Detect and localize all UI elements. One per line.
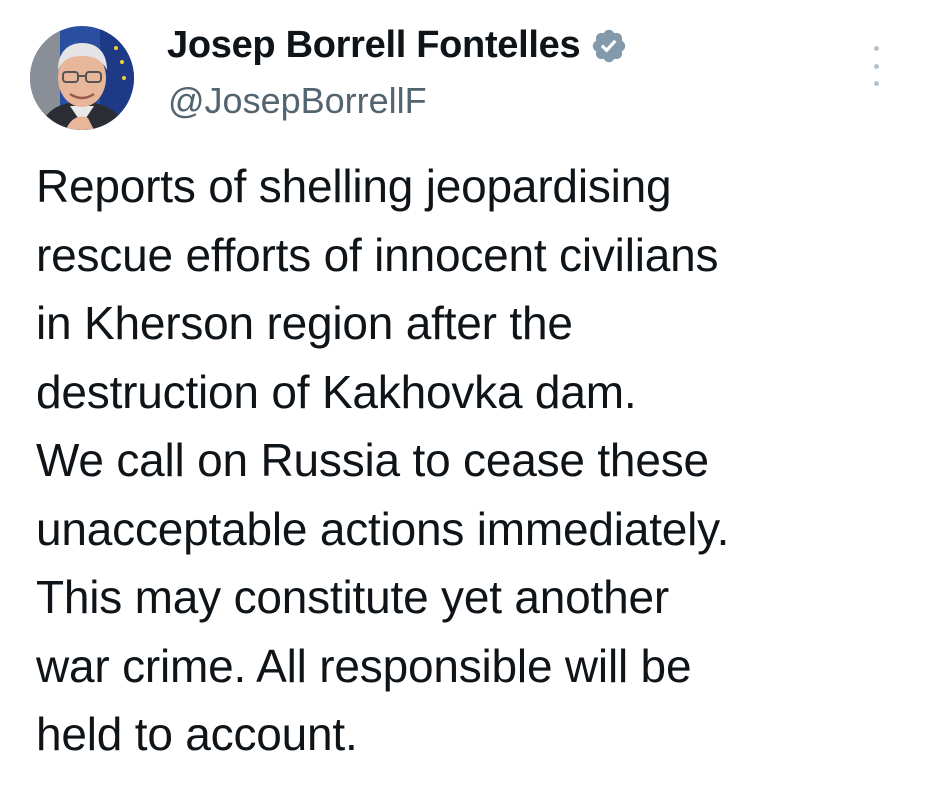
tweet-text-line: We call on Russia to cease these [36, 434, 709, 486]
avatar[interactable] [30, 26, 134, 130]
tweet-text-line: destruction of Kakhovka dam. [36, 365, 637, 418]
tweet-text-line: This may constitute yet another [36, 571, 669, 623]
tweet-text: Reports of shelling jeopardising rescue … [36, 152, 916, 769]
tweet-text-line: Reports of shelling jeopardising [36, 160, 672, 212]
profile-photo-icon [30, 26, 134, 130]
author-name-row: Josep Borrell Fontelles [167, 24, 628, 67]
verified-badge-icon[interactable] [590, 27, 628, 65]
tweet-card: Josep Borrell Fontelles @JosepBorrellF R… [0, 0, 928, 800]
tweet-text-line: unacceptable actions immediately. [36, 502, 730, 555]
more-options-button[interactable] [866, 46, 886, 86]
tweet-text-line: rescue efforts of innocent civilians [36, 228, 719, 281]
author-handle[interactable]: @JosepBorrellF [168, 80, 427, 122]
tweet-text-line: in Kherson region after the [36, 297, 573, 349]
author-display-name[interactable]: Josep Borrell Fontelles [167, 24, 581, 67]
more-vertical-icon [873, 46, 879, 51]
tweet-text-line: war crime. All responsible will be [36, 639, 692, 692]
tweet-text-line: held to account. [36, 708, 358, 760]
